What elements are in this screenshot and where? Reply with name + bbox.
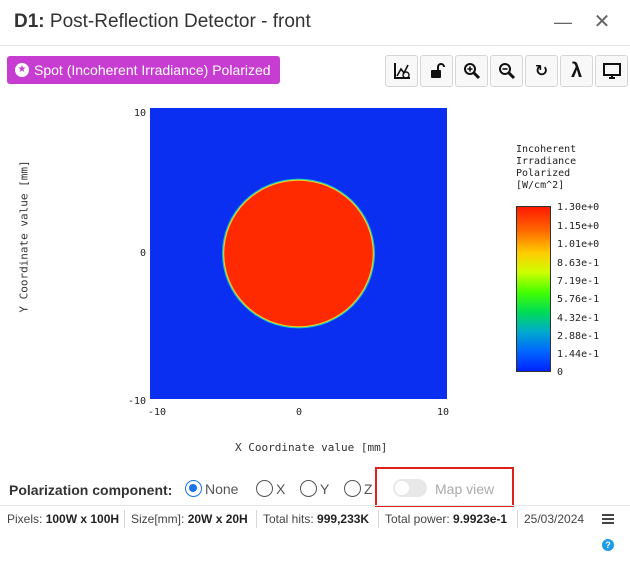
- spot-core: [224, 180, 373, 327]
- colorbar-title: Incoherent Irradiance Polarized [W/cm^2]: [516, 144, 576, 192]
- colorbar-label: 5.76e-1: [557, 294, 600, 305]
- colorbar: [516, 206, 551, 372]
- x-tick-left: -10: [148, 407, 167, 418]
- status-divider: [517, 510, 518, 528]
- zoom-in-icon[interactable]: [455, 55, 488, 87]
- y-tick-bottom: -10: [128, 396, 147, 407]
- x-tick-mid: 0: [296, 407, 303, 418]
- radio-y-label: Y: [320, 480, 330, 497]
- radio-y[interactable]: Y: [300, 480, 329, 497]
- settings-chart-icon[interactable]: [385, 55, 418, 87]
- radio-none[interactable]: None: [185, 480, 238, 497]
- monitor-icon[interactable]: [595, 55, 628, 87]
- colorbar-label: 2.88e-1: [557, 331, 600, 342]
- colorbar-label: 4.32e-1: [557, 313, 600, 324]
- radio-circle-icon: [344, 480, 361, 497]
- radio-z-label: Z: [364, 480, 373, 497]
- window-title: D1: Post-Reflection Detector - front: [14, 11, 311, 33]
- analysis-type-button[interactable]: ★ Spot (Incoherent Irradiance) Polarized: [7, 56, 280, 84]
- radio-x[interactable]: X: [256, 480, 285, 497]
- colorbar-title-line: Incoherent: [516, 144, 577, 155]
- colorbar-label: 1.44e-1: [557, 349, 600, 360]
- status-bar: Pixels: 100W x 100H Size[mm]: 20W x 20H …: [0, 505, 630, 531]
- x-axis-label: X Coordinate value [mm]: [235, 441, 388, 454]
- toolbar: ↻ λ: [385, 55, 628, 87]
- radio-circle-icon: [185, 480, 202, 497]
- hamburger-menu-icon[interactable]: [602, 514, 614, 524]
- status-divider: [256, 510, 257, 528]
- status-divider: [378, 510, 379, 528]
- colorbar-title-line: Irradiance: [516, 156, 577, 167]
- help-icon[interactable]: ?: [602, 539, 614, 551]
- status-total-hits: Total hits: 999,233K: [263, 512, 370, 526]
- x-tick-right: 10: [437, 407, 450, 418]
- status-date: 25/03/2024: [524, 512, 585, 526]
- minimize-icon[interactable]: —: [551, 10, 575, 34]
- y-tick-mid: 0: [140, 248, 147, 259]
- map-view-label: Map view: [435, 481, 495, 497]
- colorbar-title-line: Polarized: [516, 168, 571, 179]
- zoom-out-icon[interactable]: [490, 55, 523, 87]
- title-bar: D1: Post-Reflection Detector - front — ✕: [0, 0, 630, 46]
- wavelength-icon[interactable]: λ: [560, 55, 593, 87]
- colorbar-label: 1.15e+0: [557, 221, 600, 232]
- status-divider: [124, 510, 125, 528]
- colorbar-label: 7.19e-1: [557, 276, 600, 287]
- status-total-power: Total power: 9.9923e-1: [385, 512, 508, 526]
- map-view-toggle[interactable]: [393, 479, 427, 497]
- radio-circle-icon: [300, 480, 317, 497]
- y-tick-top: 10: [134, 108, 147, 119]
- unlock-icon[interactable]: [420, 55, 453, 87]
- spot-diagram: 10 0 -10 -10 0 10 X Coordinate value [mm…: [0, 95, 630, 465]
- colorbar-title-line: [W/cm^2]: [516, 180, 565, 191]
- radio-x-label: X: [276, 480, 286, 497]
- polarization-row: Polarization component: None X Y Z: [0, 474, 630, 504]
- polarization-label: Polarization component:: [9, 482, 173, 498]
- radio-circle-icon: [256, 480, 273, 497]
- status-pixels: Pixels: 100W x 100H: [7, 512, 120, 526]
- heatmap-svg: [222, 178, 375, 329]
- colorbar-label: 1.01e+0: [557, 239, 600, 250]
- status-size: Size[mm]: 20W x 20H: [131, 512, 248, 526]
- analysis-type-label: Spot (Incoherent Irradiance) Polarized: [34, 62, 271, 78]
- close-icon[interactable]: ✕: [590, 10, 614, 34]
- detector-id: D1:: [14, 11, 45, 32]
- radio-none-label: None: [205, 480, 239, 497]
- refresh-icon[interactable]: ↻: [525, 55, 558, 87]
- y-axis-label: Y Coordinate value [mm]: [17, 160, 31, 313]
- colorbar-label: 8.63e-1: [557, 258, 600, 269]
- star-circle-icon: ★: [15, 63, 29, 77]
- colorbar-label: 1.30e+0: [557, 202, 600, 213]
- detector-name: Post-Reflection Detector - front: [49, 11, 311, 32]
- colorbar-label: 0: [557, 367, 564, 378]
- irradiance-heatmap[interactable]: [150, 108, 447, 399]
- radio-z[interactable]: Z: [344, 480, 373, 497]
